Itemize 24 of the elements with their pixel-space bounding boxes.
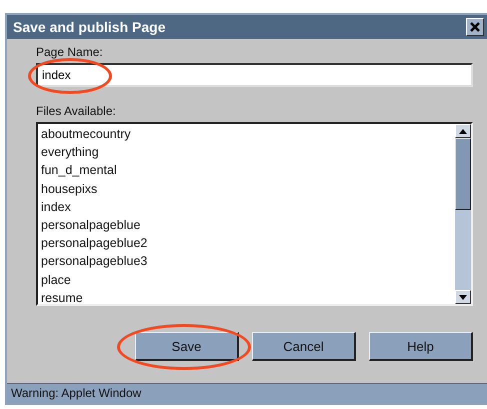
status-bar: Warning: Applet Window	[7, 383, 487, 403]
scroll-thumb[interactable]	[455, 138, 471, 210]
list-label: Files Available:	[36, 104, 117, 120]
dialog-button[interactable]: Help	[369, 332, 473, 361]
list-item[interactable]: resume	[41, 288, 452, 304]
close-button[interactable]	[466, 18, 484, 36]
dialog-button[interactable]: Cancel	[252, 332, 356, 361]
list-item[interactable]: housepixs	[41, 180, 452, 198]
list-item[interactable]: place	[41, 270, 452, 289]
field-label: Page Name:	[36, 45, 104, 61]
scroll-down-icon[interactable]	[455, 290, 471, 304]
list-item[interactable]: aboutmecountry	[41, 125, 452, 144]
close-icon	[469, 21, 481, 33]
window-title: Save and publish Page	[13, 19, 166, 35]
dialog-button[interactable]: Save	[135, 332, 239, 361]
list-item[interactable]: index	[41, 198, 452, 216]
list-item[interactable]: fun_d_mental	[41, 161, 452, 180]
list-item[interactable]: personalpageblue3	[41, 252, 452, 271]
scrollbar[interactable]	[455, 124, 471, 304]
page-name-field[interactable]: index	[36, 63, 473, 87]
list-item[interactable]: personalpageblue	[41, 216, 452, 234]
list-item[interactable]: everything	[41, 143, 452, 162]
list-item[interactable]: personalpageblue2	[41, 234, 452, 252]
scroll-up-icon[interactable]	[455, 124, 471, 138]
